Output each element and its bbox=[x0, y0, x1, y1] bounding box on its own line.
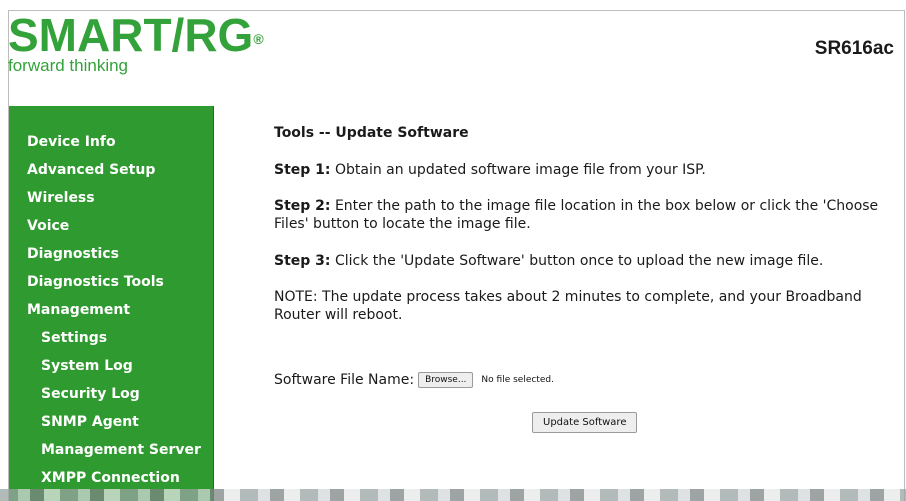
sidebar-item-diagnostics-tools[interactable]: Diagnostics Tools bbox=[9, 268, 213, 296]
step-2-body: Enter the path to the image file locatio… bbox=[274, 198, 879, 232]
sidebar-item-security-log[interactable]: Security Log bbox=[9, 380, 213, 408]
step-1-body: Obtain an updated software image file fr… bbox=[330, 162, 706, 178]
torn-edge-decoration bbox=[0, 489, 906, 501]
logo-text: SMART/RG® bbox=[8, 9, 264, 61]
sidebar-nav: Device Info Advanced Setup Wireless Voic… bbox=[9, 128, 213, 492]
sidebar-item-management[interactable]: Management bbox=[9, 296, 213, 324]
sidebar-item-wireless[interactable]: Wireless bbox=[9, 184, 213, 212]
step-3-body: Click the 'Update Software' button once … bbox=[330, 253, 824, 269]
page-title: Tools -- Update Software bbox=[274, 125, 469, 141]
step-3-label: Step 3: bbox=[274, 253, 331, 269]
step-2-label: Step 2: bbox=[274, 198, 331, 214]
sidebar: Device Info Advanced Setup Wireless Voic… bbox=[9, 106, 214, 501]
sidebar-item-xmpp-connection[interactable]: XMPP Connection bbox=[9, 464, 213, 492]
sidebar-item-snmp-agent[interactable]: SNMP Agent bbox=[9, 408, 213, 436]
device-model: SR616ac bbox=[814, 38, 894, 59]
registered-mark: ® bbox=[253, 31, 264, 47]
update-software-button[interactable]: Update Software bbox=[532, 412, 638, 433]
main-content: Tools -- Update Software Step 1: Obtain … bbox=[274, 124, 894, 324]
logo: SMART/RG® forward thinking bbox=[8, 12, 264, 76]
file-input-row: Software File Name: Browse... No file se… bbox=[274, 372, 554, 388]
sidebar-item-management-server[interactable]: Management Server bbox=[9, 436, 213, 464]
sidebar-item-settings[interactable]: Settings bbox=[9, 324, 213, 352]
step-2-text: Step 2: Enter the path to the image file… bbox=[274, 197, 894, 233]
file-name-label: Software File Name: bbox=[274, 372, 415, 388]
sidebar-item-device-info[interactable]: Device Info bbox=[9, 128, 213, 156]
step-1-text: Step 1: Obtain an updated software image… bbox=[274, 161, 894, 179]
step-1-label: Step 1: bbox=[274, 162, 331, 178]
no-file-status: No file selected. bbox=[481, 375, 554, 385]
sidebar-item-voice[interactable]: Voice bbox=[9, 212, 213, 240]
sidebar-item-system-log[interactable]: System Log bbox=[9, 352, 213, 380]
step-3-text: Step 3: Click the 'Update Software' butt… bbox=[274, 252, 894, 270]
update-note: NOTE: The update process takes about 2 m… bbox=[274, 289, 862, 323]
sidebar-item-diagnostics[interactable]: Diagnostics bbox=[9, 240, 213, 268]
sidebar-item-advanced-setup[interactable]: Advanced Setup bbox=[9, 156, 213, 184]
browse-button[interactable]: Browse... bbox=[418, 372, 474, 388]
